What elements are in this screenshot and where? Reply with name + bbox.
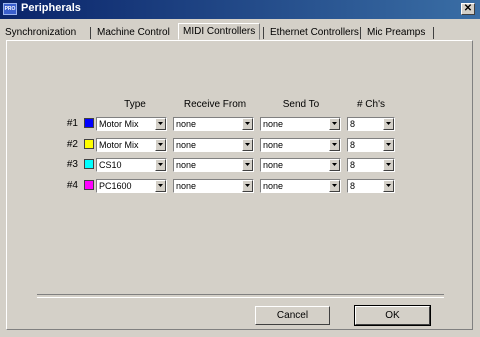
tab-machine-control[interactable]: Machine Control <box>97 27 170 39</box>
dropdown-arrow-icon <box>158 163 163 166</box>
header-send-to: Send To <box>282 99 320 110</box>
color-swatch <box>84 118 94 128</box>
app-icon: PRO <box>3 3 17 15</box>
type-select[interactable]: CS10 <box>96 158 167 172</box>
divider <box>37 294 444 298</box>
color-swatch <box>84 159 94 169</box>
dropdown-arrow-icon <box>158 122 163 125</box>
close-icon: ✕ <box>463 3 473 14</box>
channels-select[interactable]: 8 <box>347 138 395 152</box>
row-number: #1 <box>66 118 78 129</box>
peripherals-window: PRO Peripherals ✕ Synchronization Machin… <box>0 0 480 337</box>
receive-from-select[interactable]: none <box>173 179 254 193</box>
header-type: Type <box>124 99 146 110</box>
dropdown-arrow-icon <box>332 163 337 166</box>
send-to-select[interactable]: none <box>260 138 341 152</box>
dropdown-arrow-icon <box>245 122 250 125</box>
dropdown-arrow-icon <box>332 143 337 146</box>
dropdown-arrow-icon <box>386 184 391 187</box>
channels-select[interactable]: 8 <box>347 179 395 193</box>
tab-separator <box>433 27 434 39</box>
tab-ethernet-controllers[interactable]: Ethernet Controllers <box>270 27 359 39</box>
dropdown-arrow-icon <box>332 122 337 125</box>
dropdown-arrow-icon <box>386 163 391 166</box>
close-button[interactable]: ✕ <box>461 3 475 15</box>
tab-separator <box>90 27 91 39</box>
send-to-select[interactable]: none <box>260 158 341 172</box>
channels-select[interactable]: 8 <box>347 117 395 131</box>
tab-separator <box>263 27 264 39</box>
dropdown-arrow-icon <box>158 143 163 146</box>
dropdown-arrow-icon <box>158 184 163 187</box>
dropdown-arrow-icon <box>245 163 250 166</box>
color-swatch <box>84 139 94 149</box>
dropdown-arrow-icon <box>245 184 250 187</box>
channels-select[interactable]: 8 <box>347 158 395 172</box>
color-swatch <box>84 180 94 190</box>
dropdown-arrow-icon <box>332 184 337 187</box>
tab-mic-preamps[interactable]: Mic Preamps <box>367 27 425 39</box>
tab-separator <box>360 27 361 39</box>
type-select[interactable]: Motor Mix <box>96 138 167 152</box>
receive-from-select[interactable]: none <box>173 117 254 131</box>
type-select[interactable]: Motor Mix <box>96 117 167 131</box>
window-title: Peripherals <box>21 2 81 14</box>
header-channels: # Ch's <box>356 99 386 110</box>
send-to-select[interactable]: none <box>260 179 341 193</box>
send-to-select[interactable]: none <box>260 117 341 131</box>
type-select[interactable]: PC1600 <box>96 179 167 193</box>
row-number: #3 <box>66 159 78 170</box>
tab-midi-controllers[interactable]: MIDI Controllers <box>178 23 261 40</box>
row-number: #4 <box>66 180 78 191</box>
row-number: #2 <box>66 139 78 150</box>
receive-from-select[interactable]: none <box>173 158 254 172</box>
dropdown-arrow-icon <box>386 122 391 125</box>
tab-synchronization[interactable]: Synchronization <box>5 27 76 39</box>
receive-from-select[interactable]: none <box>173 138 254 152</box>
dropdown-arrow-icon <box>245 143 250 146</box>
title-bar[interactable]: PRO Peripherals ✕ <box>0 0 480 19</box>
cancel-button[interactable]: Cancel <box>255 306 330 325</box>
dropdown-arrow-icon <box>386 143 391 146</box>
header-receive-from: Receive From <box>183 99 247 110</box>
ok-button[interactable]: OK <box>354 305 431 326</box>
